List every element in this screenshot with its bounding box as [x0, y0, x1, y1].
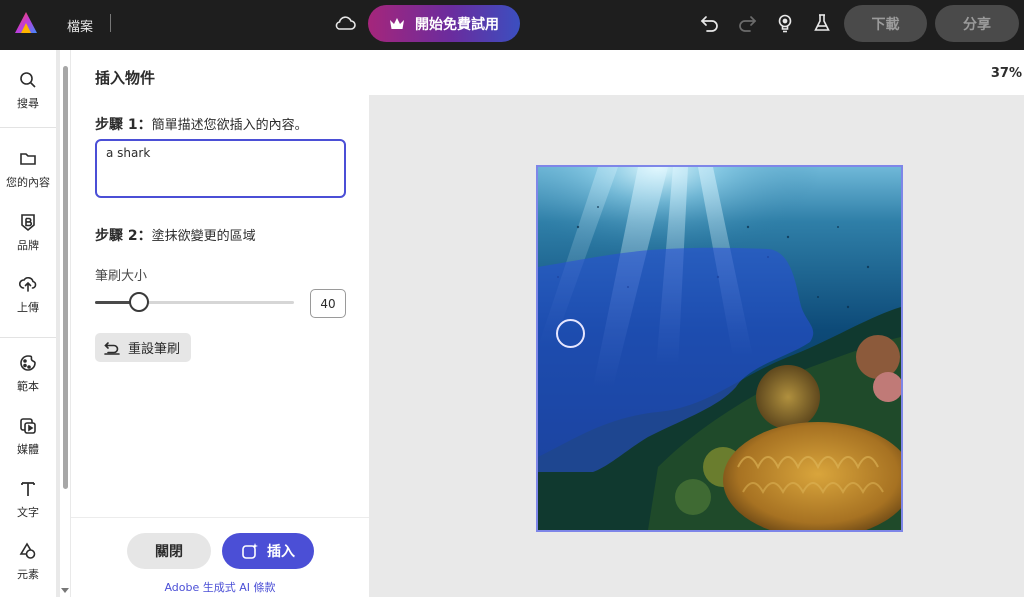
brush-size-input[interactable]: 40	[310, 289, 346, 318]
rail-label: 搜尋	[17, 97, 39, 110]
crown-icon	[390, 17, 404, 29]
insert-button[interactable]: 插入	[222, 533, 314, 569]
panel-footer-divider	[71, 517, 369, 518]
text-icon	[21, 482, 35, 496]
rail-label: 元素	[17, 568, 39, 581]
step-1-text: 簡單描述您欲插入的內容。	[151, 118, 308, 133]
lightbulb-icon[interactable]	[774, 12, 796, 34]
rail-item-elements[interactable]: 元素	[0, 541, 56, 597]
rail-item-text[interactable]: 文字	[0, 479, 56, 541]
template-icon	[20, 355, 36, 371]
trial-button-label: 開始免費試用	[415, 16, 499, 33]
insert-object-panel: 插入物件 步驟 1：簡單描述您欲插入的內容。 a shark 步驟 2：塗抹欲變…	[71, 50, 369, 597]
rail-item-templates[interactable]: 範本	[0, 353, 56, 415]
reset-brush-label: 重設筆刷	[128, 342, 181, 357]
rail-divider	[0, 337, 56, 338]
generate-sparkle-icon	[242, 543, 258, 559]
left-rail: 搜尋 您的內容 品牌 上傳 範本 媒體 文字 元素	[0, 50, 56, 597]
cloud-icon[interactable]	[333, 12, 357, 34]
rail-label: 品牌	[17, 239, 39, 252]
underwater-reef-image	[538, 167, 901, 530]
step-1-label: 步驟 1：	[95, 117, 152, 133]
shapes-icon	[19, 542, 36, 559]
zoom-level[interactable]: 37%	[991, 66, 1022, 81]
canvas-toolbar: 37%	[369, 50, 1024, 95]
rail-item-brand[interactable]: 品牌	[0, 212, 56, 274]
flask-icon[interactable]	[811, 12, 833, 34]
reset-icon	[104, 341, 120, 355]
search-icon	[20, 72, 36, 88]
step-2-label: 步驟 2：	[95, 228, 152, 244]
file-menu[interactable]: 檔案	[67, 16, 93, 35]
step-1: 步驟 1：簡單描述您欲插入的內容。	[95, 114, 308, 134]
rail-item-upload[interactable]: 上傳	[0, 274, 56, 336]
rail-divider	[0, 127, 56, 128]
folder-icon	[20, 153, 36, 165]
start-free-trial-button[interactable]: 開始免費試用	[368, 5, 520, 42]
topbar-divider	[110, 14, 111, 32]
step-2: 步驟 2：塗抹欲變更的區域	[95, 225, 256, 245]
prompt-input[interactable]: a shark	[95, 139, 346, 198]
brush-size-label: 筆刷大小	[95, 269, 148, 284]
insert-button-label: 插入	[267, 544, 295, 560]
adobe-express-logo[interactable]	[13, 10, 39, 36]
artboard-underwater-image[interactable]	[536, 165, 903, 532]
brush-size-slider[interactable]	[95, 301, 294, 304]
rail-label: 上傳	[17, 301, 39, 314]
rail-label: 文字	[17, 506, 39, 519]
slider-thumb[interactable]	[128, 292, 149, 312]
media-icon	[20, 418, 36, 434]
reset-brush-button[interactable]: 重設筆刷	[95, 333, 191, 362]
step-2-text: 塗抹欲變更的區域	[151, 229, 256, 244]
generative-ai-terms-link[interactable]: Adobe 生成式 AI 條款	[71, 579, 369, 595]
undo-icon[interactable]	[699, 12, 721, 34]
brush-cursor	[556, 319, 585, 348]
redo-icon[interactable]	[736, 12, 758, 34]
top-bar: 檔案 開始免費試用 下載 分享	[0, 0, 1024, 50]
rail-label: 範本	[17, 380, 39, 393]
brand-icon	[21, 214, 35, 232]
rail-label: 媒體	[17, 443, 39, 456]
share-button[interactable]: 分享	[935, 5, 1019, 42]
rail-item-media[interactable]: 媒體	[0, 416, 56, 478]
download-button[interactable]: 下載	[844, 5, 927, 42]
rail-item-search[interactable]: 搜尋	[0, 70, 56, 132]
rail-label: 您的內容	[6, 176, 50, 189]
scroll-down-arrow-icon[interactable]	[61, 588, 69, 593]
close-button[interactable]: 關閉	[127, 533, 211, 569]
rail-item-your-content[interactable]: 您的內容	[0, 149, 56, 211]
scrollbar-thumb[interactable]	[63, 66, 68, 489]
panel-title: 插入物件	[95, 69, 156, 87]
upload-icon	[18, 276, 37, 292]
